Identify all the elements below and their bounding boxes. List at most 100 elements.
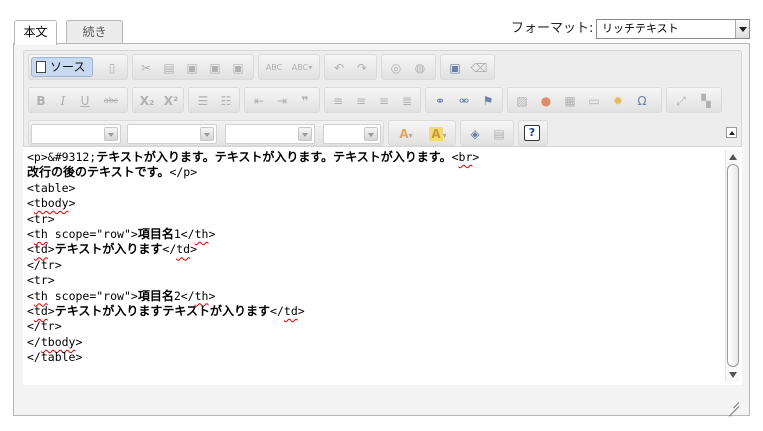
toolbar-row-1: ソース ▯ ✂ ▤ ▣ ▣ ▣ ABC ABC▾ ↶ ↷ ◎ ◍ ▣ ⌫ [28,54,728,80]
source-line: <td>テキストが入ります</td> [27,242,717,257]
numbered-list-icon[interactable]: ☰ [194,92,212,110]
undo-icon[interactable]: ↶ [330,59,348,77]
source-icon [36,61,46,73]
source-line: 改行の後のテキストです。</p> [27,165,717,180]
cut-icon[interactable]: ✂ [137,59,155,77]
toolbar-row-2: B I U abc X₂ X² ☰ ☷ ⇤ ⇥ ❞ ≡ ≡ ≡ ≣ ⚭ ⚮ ⚑ … [28,87,728,113]
styles-combo[interactable] [31,124,121,144]
align-right-icon[interactable]: ≡ [375,92,393,110]
horizontal-rule-icon[interactable]: ▭ [585,92,603,110]
anchor-icon[interactable]: ⚑ [479,92,497,110]
indent-icon[interactable]: ⇥ [273,92,291,110]
underline-icon[interactable]: U [76,92,94,110]
blockquote-icon[interactable]: ❞ [296,92,314,110]
source-text: < [27,227,34,242]
outdent-icon[interactable]: ⇤ [250,92,268,110]
source-text: </tr> [27,319,62,334]
source-text: </table> [27,350,83,365]
vertical-scrollbar[interactable] [725,150,739,382]
unlink-icon[interactable]: ⚮ [455,92,473,110]
redo-icon[interactable]: ↷ [353,59,371,77]
source-text: < [27,304,34,319]
tab-continued[interactable]: 続き [66,20,123,44]
special-char-icon[interactable]: ✹ [609,92,627,110]
tab-body[interactable]: 本文 [14,20,57,45]
source-text: </ [162,242,177,257]
align-center-icon[interactable]: ≡ [352,92,370,110]
source-text: テキストが入りますテキストが入ります [54,304,271,319]
bold-icon[interactable]: B [32,92,50,110]
text-color-glyph: A [399,127,409,141]
source-line: <td>テキストが入りますテキストが入ります</td> [27,304,717,319]
format-select[interactable]: リッチテキスト [596,19,750,39]
paste-word-icon[interactable]: ▣ [229,59,247,77]
image-icon[interactable]: ▨ [513,92,531,110]
copy-icon[interactable]: ▤ [160,59,178,77]
scroll-down-arrow-icon[interactable] [728,370,738,380]
source-button[interactable]: ソース [31,57,93,77]
toolbar-group-lists: ☰ ☷ [188,87,240,113]
about-icon[interactable]: ? [524,125,540,141]
format-select-value: リッチテキスト [602,22,679,35]
source-text: 項目名 [137,227,174,242]
omega-icon[interactable]: Ω [633,92,651,110]
toolbar-group-history: ↶ ↷ [324,54,377,80]
paste-icon[interactable]: ▣ [183,59,201,77]
source-line: <th scope="row">項目名2</th> [27,289,717,304]
maximize2-icon[interactable]: ◈ [466,125,484,143]
align-left-icon[interactable]: ≡ [329,92,347,110]
format-combo[interactable] [127,124,217,144]
subscript-icon[interactable]: X₂ [136,92,158,110]
spellcheck-flag: td [283,304,298,319]
spellcheck-flag: tbody [40,334,76,349]
new-page-icon[interactable]: ▯ [103,59,121,77]
link-icon[interactable]: ⚭ [431,92,449,110]
source-text: > [472,150,480,164]
spellcheck-options-icon[interactable]: ABC▾ [289,59,315,77]
font-size-combo[interactable] [323,124,381,144]
maximize-icon[interactable]: ⤢ [672,92,690,110]
paste-text-icon[interactable]: ▣ [206,59,224,77]
source-code[interactable]: <p>&#9312;テキストが入ります。テキストが入ります。テキストが入ります。… [27,150,717,366]
source-textarea[interactable]: <p>&#9312;テキストが入ります。テキストが入ります。テキストが入ります。… [23,146,742,385]
source-text: テキストが入ります [54,242,163,257]
italic-icon[interactable]: I [54,92,72,110]
flash-icon[interactable]: ● [537,92,555,110]
spellcheck-flag: td [33,242,48,257]
source-line: <tr> [27,212,717,227]
source-line: <table> [27,181,717,196]
table-icon[interactable]: ▦ [561,92,579,110]
bullet-list-icon[interactable]: ☷ [217,92,235,110]
replace-icon[interactable]: ◍ [411,59,429,77]
toolbar-group-styles [28,120,384,146]
source-line: </table> [27,350,717,365]
toolbar-group-insert: ▨ ● ▦ ▭ ✹ Ω [507,87,662,113]
toolbar-group-colors: A▾ A ▾ [388,120,456,146]
remove-format-icon[interactable]: ⌫ [470,59,488,77]
resize-grip-icon[interactable] [727,395,739,407]
toolbar-group-document: ソース ▯ [28,54,128,80]
toolbar-group-spellcheck: ABC ABC▾ [258,54,320,80]
source-text: </ [270,304,284,319]
superscript-icon[interactable]: X² [160,92,182,110]
justify-icon[interactable]: ≣ [398,92,416,110]
text-color-icon[interactable]: A▾ [393,125,419,143]
source-text: テキストが入ります。テキストが入ります。テキストが入ります。 [96,150,452,164]
scroll-up-arrow-icon[interactable] [728,152,738,162]
toolbar-group-script: X₂ X² [132,87,184,113]
find-icon[interactable]: ◎ [387,59,405,77]
bg-color-icon[interactable]: A ▾ [425,125,451,143]
chevron-down-icon [364,127,378,141]
toolbar-group-tools: ⤢ ▚ [666,87,722,113]
collapse-toolbar-button[interactable] [726,127,737,138]
toolbar-group-find: ◎ ◍ [381,54,436,80]
font-combo[interactable] [225,124,315,144]
toolbar-group-links: ⚭ ⚮ ⚑ [425,87,503,113]
strikethrough-icon[interactable]: abc [99,92,123,110]
show-blocks2-icon[interactable]: ▤ [490,125,508,143]
spellcheck-flag: th [33,288,48,303]
select-all-icon[interactable]: ▣ [446,59,464,77]
spellcheck-icon[interactable]: ABC [263,59,285,77]
show-blocks-icon[interactable]: ▚ [697,92,715,110]
scrollbar-thumb[interactable] [727,164,739,367]
